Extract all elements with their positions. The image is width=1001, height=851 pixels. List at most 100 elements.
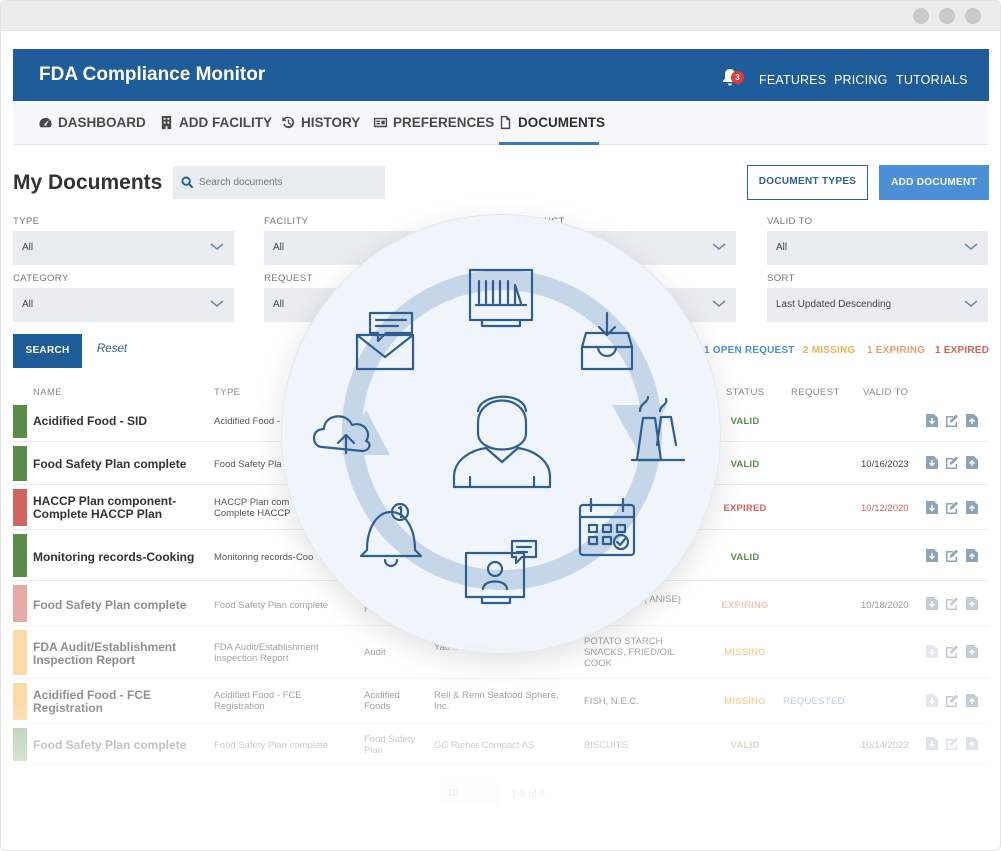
chevron-down-icon xyxy=(210,300,224,307)
filter-type-label: TYPE xyxy=(13,216,40,227)
main-nav: DASHBOARD ADD FACILITY HISTORY PREFERENC… xyxy=(13,101,989,145)
nav-preferences[interactable]: PREFERENCES xyxy=(373,115,494,130)
column-header-name[interactable]: NAME xyxy=(33,387,62,398)
filter-valid-to-label: VALID TO xyxy=(767,216,813,227)
nav-documents[interactable]: DOCUMENTS xyxy=(498,115,605,130)
column-header-status[interactable]: STATUS xyxy=(726,387,764,398)
status-color-bar xyxy=(13,405,27,438)
edit-icon[interactable] xyxy=(945,596,959,611)
upload-icon[interactable] xyxy=(965,413,979,428)
column-header-type[interactable]: TYPE xyxy=(214,387,240,398)
pricing-link[interactable]: PRICING xyxy=(834,73,888,87)
upload-icon[interactable] xyxy=(965,500,979,515)
edit-icon[interactable] xyxy=(945,736,959,751)
nav-label: ADD FACILITY xyxy=(179,115,272,130)
search-input[interactable] xyxy=(199,166,379,199)
summary-expiring[interactable]: 1 EXPIRING xyxy=(867,345,925,356)
app-title: FDA Compliance Monitor xyxy=(39,64,266,85)
upload-icon[interactable] xyxy=(965,693,979,708)
status-color-bar xyxy=(13,728,27,761)
doc-name[interactable]: Monitoring records-Cooking xyxy=(33,551,213,564)
features-link[interactable]: FEATURES xyxy=(759,73,826,87)
status-color-bar xyxy=(13,683,27,720)
dashboard-icon xyxy=(39,117,52,128)
nav-label: HISTORY xyxy=(301,115,361,130)
reset-link[interactable]: Reset xyxy=(97,343,127,355)
history-icon xyxy=(282,116,295,129)
edit-icon[interactable] xyxy=(945,548,959,563)
status-badge: VALID xyxy=(730,740,760,751)
doc-name[interactable]: FDA Audit/Establishment Inspection Repor… xyxy=(33,641,213,667)
window-control-dot[interactable] xyxy=(965,8,981,24)
edit-icon[interactable] xyxy=(945,413,959,428)
status-color-bar xyxy=(13,585,27,622)
column-header-request[interactable]: REQUEST xyxy=(791,387,840,398)
filter-value: All xyxy=(22,299,34,310)
nav-history[interactable]: HISTORY xyxy=(281,115,360,130)
doc-name[interactable]: Food Safety Plan complete xyxy=(33,458,213,471)
document-types-button[interactable]: DOCUMENT TYPES xyxy=(747,165,868,200)
doc-facility: Rell & Renn Seafood Sphere, Inc. xyxy=(434,690,559,712)
summary-missing[interactable]: 2 MISSING xyxy=(803,345,855,356)
upload-icon[interactable] xyxy=(965,736,979,751)
tutorials-link[interactable]: TUTORIALS xyxy=(896,73,968,87)
nav-dashboard[interactable]: DASHBOARD xyxy=(38,115,146,130)
table-row[interactable]: Food Safety Plan complete Food Safety Pl… xyxy=(13,725,989,765)
edit-icon[interactable] xyxy=(945,693,959,708)
download-icon[interactable] xyxy=(925,644,939,659)
chevron-down-icon xyxy=(210,243,224,250)
nav-add-facility[interactable]: ADD FACILITY xyxy=(159,115,272,130)
valid-to-date: 10/16/2023 xyxy=(861,459,909,470)
download-icon[interactable] xyxy=(925,413,939,428)
nav-label: DOCUMENTS xyxy=(518,115,605,130)
chevron-down-icon xyxy=(964,300,978,307)
user-icon xyxy=(452,395,552,489)
table-row[interactable]: Acidified Food - FCE Registration Acidif… xyxy=(13,680,989,724)
status-color-bar xyxy=(13,446,27,481)
doc-type: Acidified Food - FCE Registration xyxy=(214,690,302,712)
status-badge: MISSING xyxy=(724,696,766,707)
download-icon[interactable] xyxy=(925,736,939,751)
edit-icon[interactable] xyxy=(945,500,959,515)
search-button[interactable]: SEARCH xyxy=(13,334,82,368)
doc-category: Food Safety Plan xyxy=(364,734,416,756)
doc-product: BISCUITS xyxy=(584,740,628,751)
filter-type-select[interactable]: All xyxy=(13,231,234,265)
filter-value: Last Updated Descending xyxy=(776,299,892,310)
window-control-dot[interactable] xyxy=(913,8,929,24)
document-icon xyxy=(500,115,511,130)
doc-name[interactable]: Acidified Food - FCE Registration xyxy=(33,689,213,715)
download-icon[interactable] xyxy=(925,455,939,470)
status-color-bar xyxy=(13,630,27,675)
download-icon[interactable] xyxy=(925,500,939,515)
filter-valid-to-select[interactable]: All xyxy=(767,231,988,265)
edit-icon[interactable] xyxy=(945,455,959,470)
download-icon[interactable] xyxy=(925,596,939,611)
doc-name[interactable]: HACCP Plan component-Complete HACCP Plan xyxy=(33,495,213,521)
download-icon[interactable] xyxy=(925,548,939,563)
column-header-valid-to[interactable]: VALID TO xyxy=(863,387,908,398)
upload-icon[interactable] xyxy=(965,644,979,659)
filter-sort-label: SORT xyxy=(767,273,795,284)
window-control-dot[interactable] xyxy=(939,8,955,24)
filter-sort-select[interactable]: Last Updated Descending xyxy=(767,288,988,322)
row-actions xyxy=(925,413,979,428)
valid-to-date: 10/18/2020 xyxy=(861,600,909,611)
search-icon xyxy=(181,176,194,189)
page-size-select[interactable]: 10 xyxy=(441,783,499,805)
doc-product: FISH, N.E.C. xyxy=(584,696,639,707)
building-icon xyxy=(161,115,172,130)
filter-category-select[interactable]: All xyxy=(13,288,234,322)
doc-name[interactable]: Food Safety Plan complete xyxy=(33,599,213,612)
doc-name[interactable]: Food Safety Plan complete xyxy=(33,739,213,752)
upload-icon[interactable] xyxy=(965,455,979,470)
upload-icon[interactable] xyxy=(965,548,979,563)
browser-window: FDA Compliance Monitor 3 FEATURES PRICIN… xyxy=(0,0,1001,851)
doc-name[interactable]: Acidified Food - SID xyxy=(33,415,213,428)
edit-icon[interactable] xyxy=(945,644,959,659)
download-icon[interactable] xyxy=(925,693,939,708)
upload-icon[interactable] xyxy=(965,596,979,611)
summary-expired[interactable]: 1 EXPIRED xyxy=(935,345,989,356)
add-document-button[interactable]: ADD DOCUMENT xyxy=(879,165,989,200)
doc-category: Acidified Foods xyxy=(364,690,400,712)
